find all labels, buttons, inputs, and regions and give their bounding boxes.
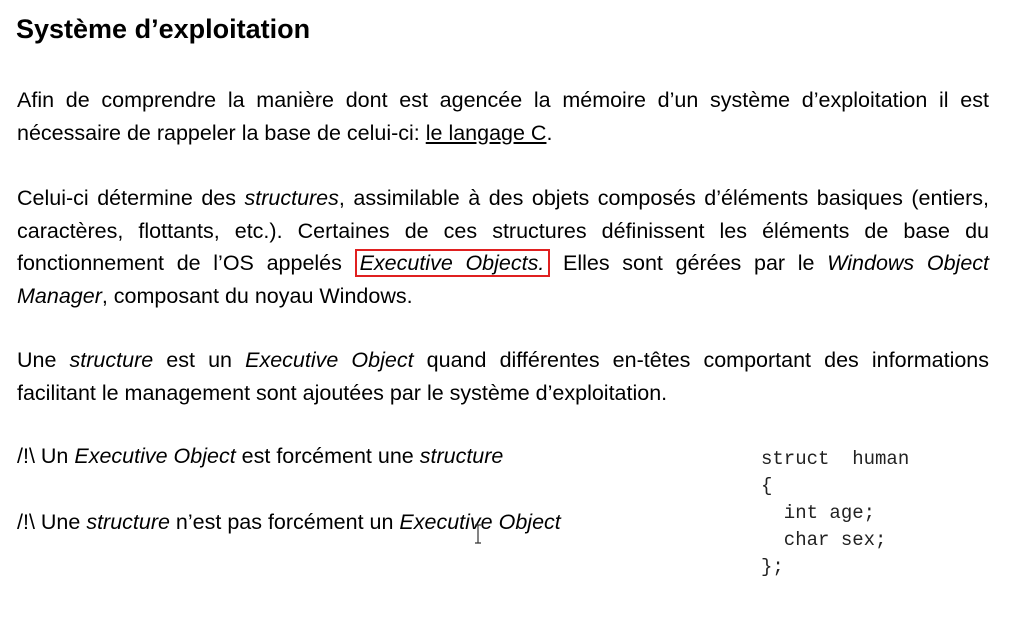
code-snippet: struct human { int age; char sex;}; <box>761 446 909 581</box>
code-line: { <box>761 475 773 497</box>
p2-text-4: , composant du noyau Windows. <box>101 283 413 308</box>
page-title: Système d’exploitation <box>16 14 311 44</box>
note2-mid: n’est pas forcément un <box>169 510 400 534</box>
intro-paragraph: Afin de comprendre la manière dont est a… <box>17 84 989 149</box>
note1-emphasis-2: structure <box>419 444 504 468</box>
c-language-link[interactable]: le langage C <box>426 121 547 145</box>
code-line: }; <box>761 556 784 578</box>
note1-prefix: /!\ Un <box>17 444 75 468</box>
p3-text-2: est un <box>153 348 246 372</box>
p3-text-1: Une <box>17 348 70 372</box>
p2-text-1: Celui-ci détermine des <box>17 186 245 210</box>
p2-emphasis-structures: structures <box>244 186 339 210</box>
p3-emphasis-executive-object: Executive Object <box>245 348 414 372</box>
p3-emphasis-structure: structure <box>69 348 154 372</box>
code-line: struct human <box>761 448 910 470</box>
code-line: char sex; <box>761 529 887 551</box>
intro-period: . <box>546 120 553 145</box>
note1-emphasis-1: Executive Object <box>74 444 236 468</box>
executive-object-paragraph: Une structure est un Executive Object qu… <box>17 344 989 409</box>
note1-mid: est forcément une <box>235 444 420 468</box>
warning-note-1: /!\ Un Executive Object est forcément un… <box>17 441 503 471</box>
structures-paragraph: Celui-ci détermine des structures, assim… <box>17 182 989 312</box>
p2-text-3: Elles sont gérées par le <box>550 251 828 275</box>
note2-prefix: /!\ Une <box>17 510 87 534</box>
code-line: int age; <box>761 502 876 524</box>
note2-emphasis-1: structure <box>86 510 170 534</box>
text-cursor-icon <box>475 524 481 544</box>
executive-objects-highlight: Executive Objects. <box>354 249 551 277</box>
